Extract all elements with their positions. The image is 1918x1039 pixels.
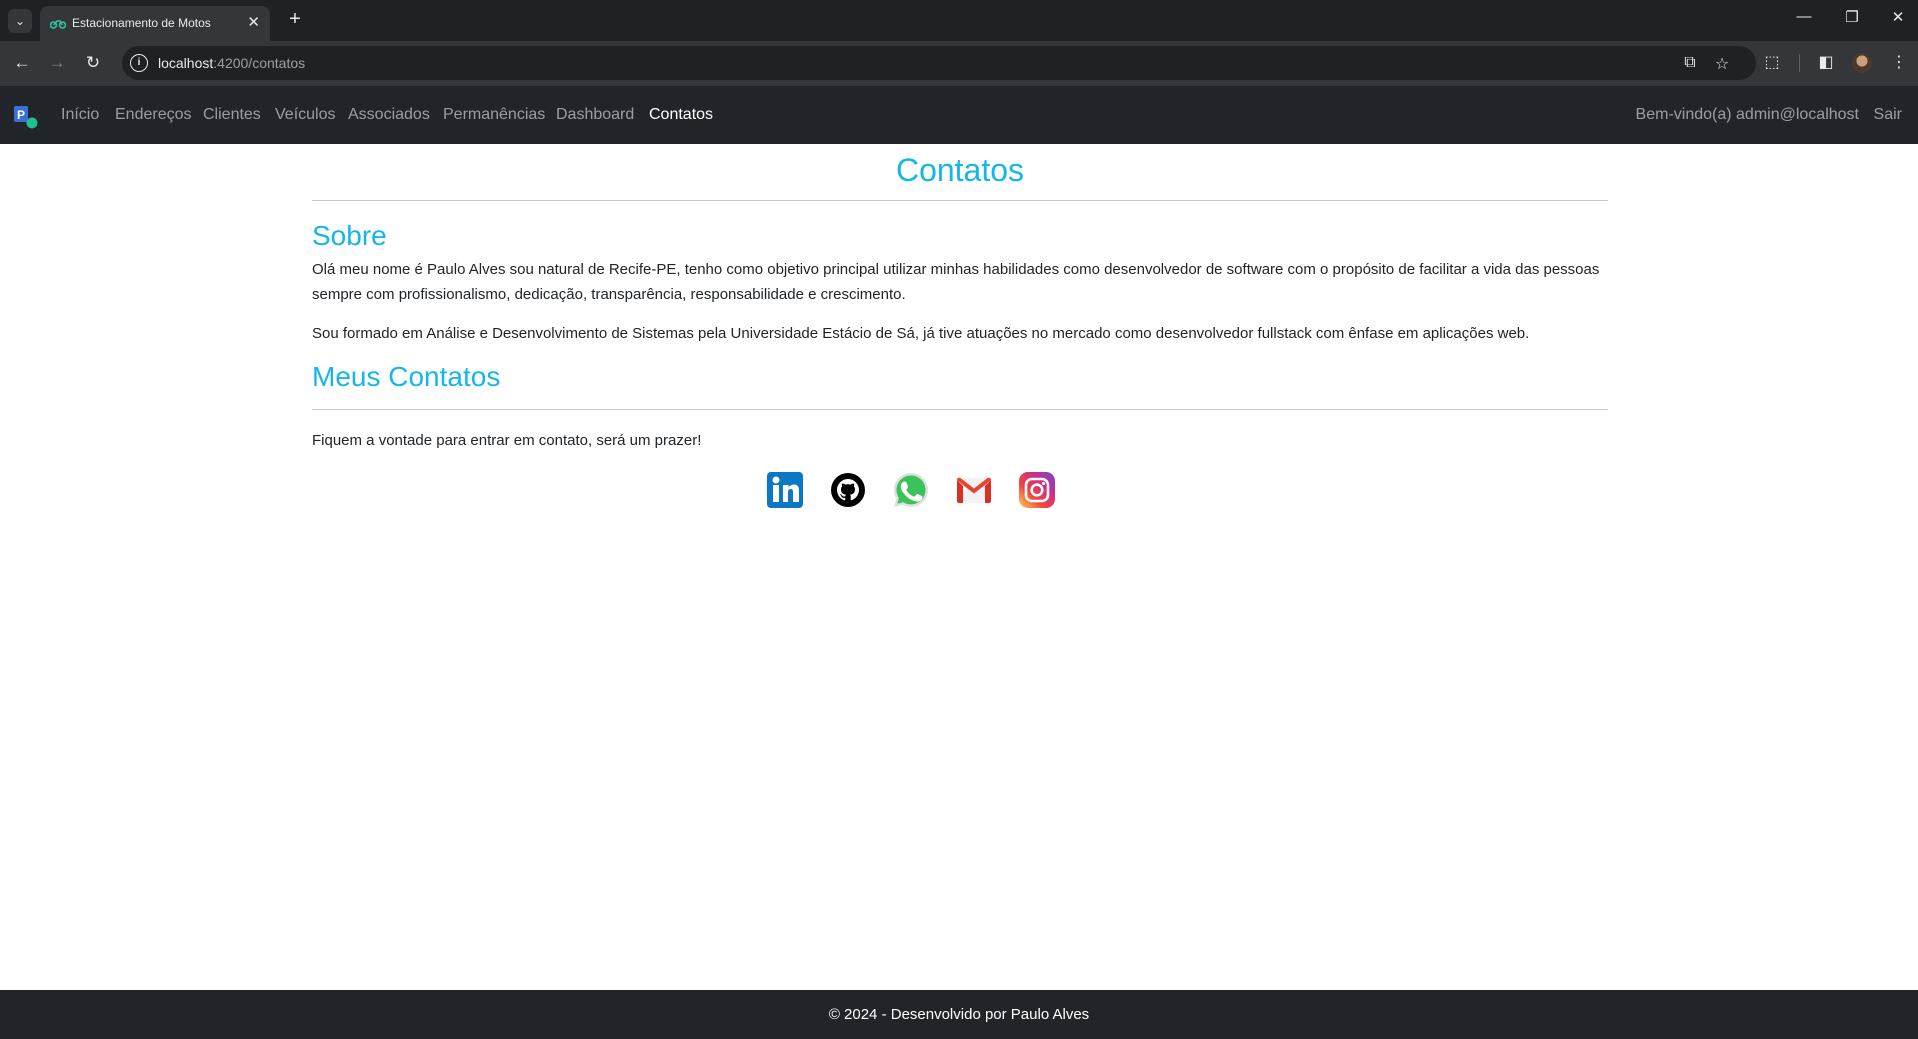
tab-title: Estacionamento de Motos — [72, 16, 211, 30]
contacts-title: Meus Contatos — [312, 361, 501, 392]
footer: © 2024 - Desenvolvido por Paulo Alves — [0, 990, 1918, 1039]
url-path: :4200/contatos — [213, 55, 306, 71]
app-navbar: P Início Endereços Clientes Veículos Ass… — [0, 86, 1918, 144]
browser-toolbar: ← → ↻ i localhost:4200/contatos ⧉ ☆ — [0, 41, 1918, 86]
reload-icon[interactable]: ↻ — [81, 51, 105, 75]
about-paragraph-2: Sou formado em Análise e Desenvolvimento… — [312, 325, 1530, 342]
gmail-icon[interactable] — [954, 470, 994, 510]
forward-arrow-icon[interactable]: → — [45, 51, 69, 75]
footer-text: © 2024 - Desenvolvido por Paulo Alves — [828, 1006, 1090, 1023]
nav-contatos[interactable]: Contatos — [649, 106, 713, 124]
nav-dashboard[interactable]: Dashboard — [556, 106, 634, 124]
page-title: Contatos — [895, 152, 1025, 188]
nav-veiculos[interactable]: Veículos — [275, 106, 335, 124]
instagram-icon[interactable] — [1017, 470, 1057, 510]
parking-logo-icon[interactable]: P — [12, 104, 38, 130]
bookmark-star-icon[interactable]: ☆ — [1712, 54, 1732, 74]
contacts-invite-text: Fiquem a vontade para entrar em contato,… — [312, 432, 702, 449]
toolbar-separator — [1799, 54, 1800, 72]
motorcycle-icon — [50, 20, 66, 29]
nav-enderecos[interactable]: Endereços — [115, 106, 192, 124]
back-arrow-icon[interactable]: ← — [10, 51, 34, 75]
new-tab-button[interactable]: + — [283, 8, 307, 31]
title-divider — [312, 200, 1608, 201]
translate-icon[interactable]: ⧉ — [1680, 54, 1700, 72]
site-info-icon[interactable]: i — [130, 54, 148, 72]
url-host: localhost — [158, 55, 214, 71]
about-paragraph-1: Olá meu nome é Paulo Alves sou natural d… — [312, 261, 1600, 303]
tab-list-button[interactable]: ⌄ — [8, 9, 32, 33]
extensions-icon[interactable]: ⬚ — [1761, 52, 1783, 72]
side-panel-icon[interactable]: ◧ — [1815, 52, 1837, 72]
tab-close-icon[interactable]: ✕ — [247, 13, 260, 31]
restore-icon[interactable]: ❐ — [1840, 8, 1864, 26]
menu-kebab-icon[interactable]: ⋮ — [1888, 52, 1910, 72]
social-links — [312, 470, 1608, 512]
browser-tab-bar: ⌄ Estacionamento de Motos ✕ + — ❐ ✕ — [0, 0, 1918, 41]
address-bar[interactable]: i localhost:4200/contatos ⧉ ☆ — [122, 46, 1756, 80]
window-close-icon[interactable]: ✕ — [1886, 8, 1910, 26]
profile-avatar[interactable] — [1852, 53, 1872, 73]
contacts-divider — [312, 409, 1608, 410]
browser-tab[interactable]: Estacionamento de Motos ✕ — [40, 6, 270, 41]
main-container: Contatos Sobre Olá meu nome é Paulo Alve… — [312, 144, 1608, 508]
nav-inicio[interactable]: Início — [61, 106, 99, 124]
about-title: Sobre — [312, 220, 387, 251]
nav-associados[interactable]: Associados — [348, 106, 430, 124]
linkedin-icon[interactable] — [765, 470, 805, 510]
welcome-text: Bem-vindo(a) admin@localhost — [1635, 106, 1859, 123]
logout-link[interactable]: Sair — [1874, 106, 1902, 124]
github-icon[interactable] — [828, 470, 868, 510]
nav-clientes[interactable]: Clientes — [203, 106, 261, 124]
nav-permanencias[interactable]: Permanências — [443, 106, 545, 124]
url-text[interactable]: localhost:4200/contatos — [158, 55, 305, 71]
svg-text:P: P — [17, 108, 25, 122]
minimize-icon[interactable]: — — [1792, 8, 1816, 25]
whatsapp-icon[interactable] — [891, 470, 931, 510]
